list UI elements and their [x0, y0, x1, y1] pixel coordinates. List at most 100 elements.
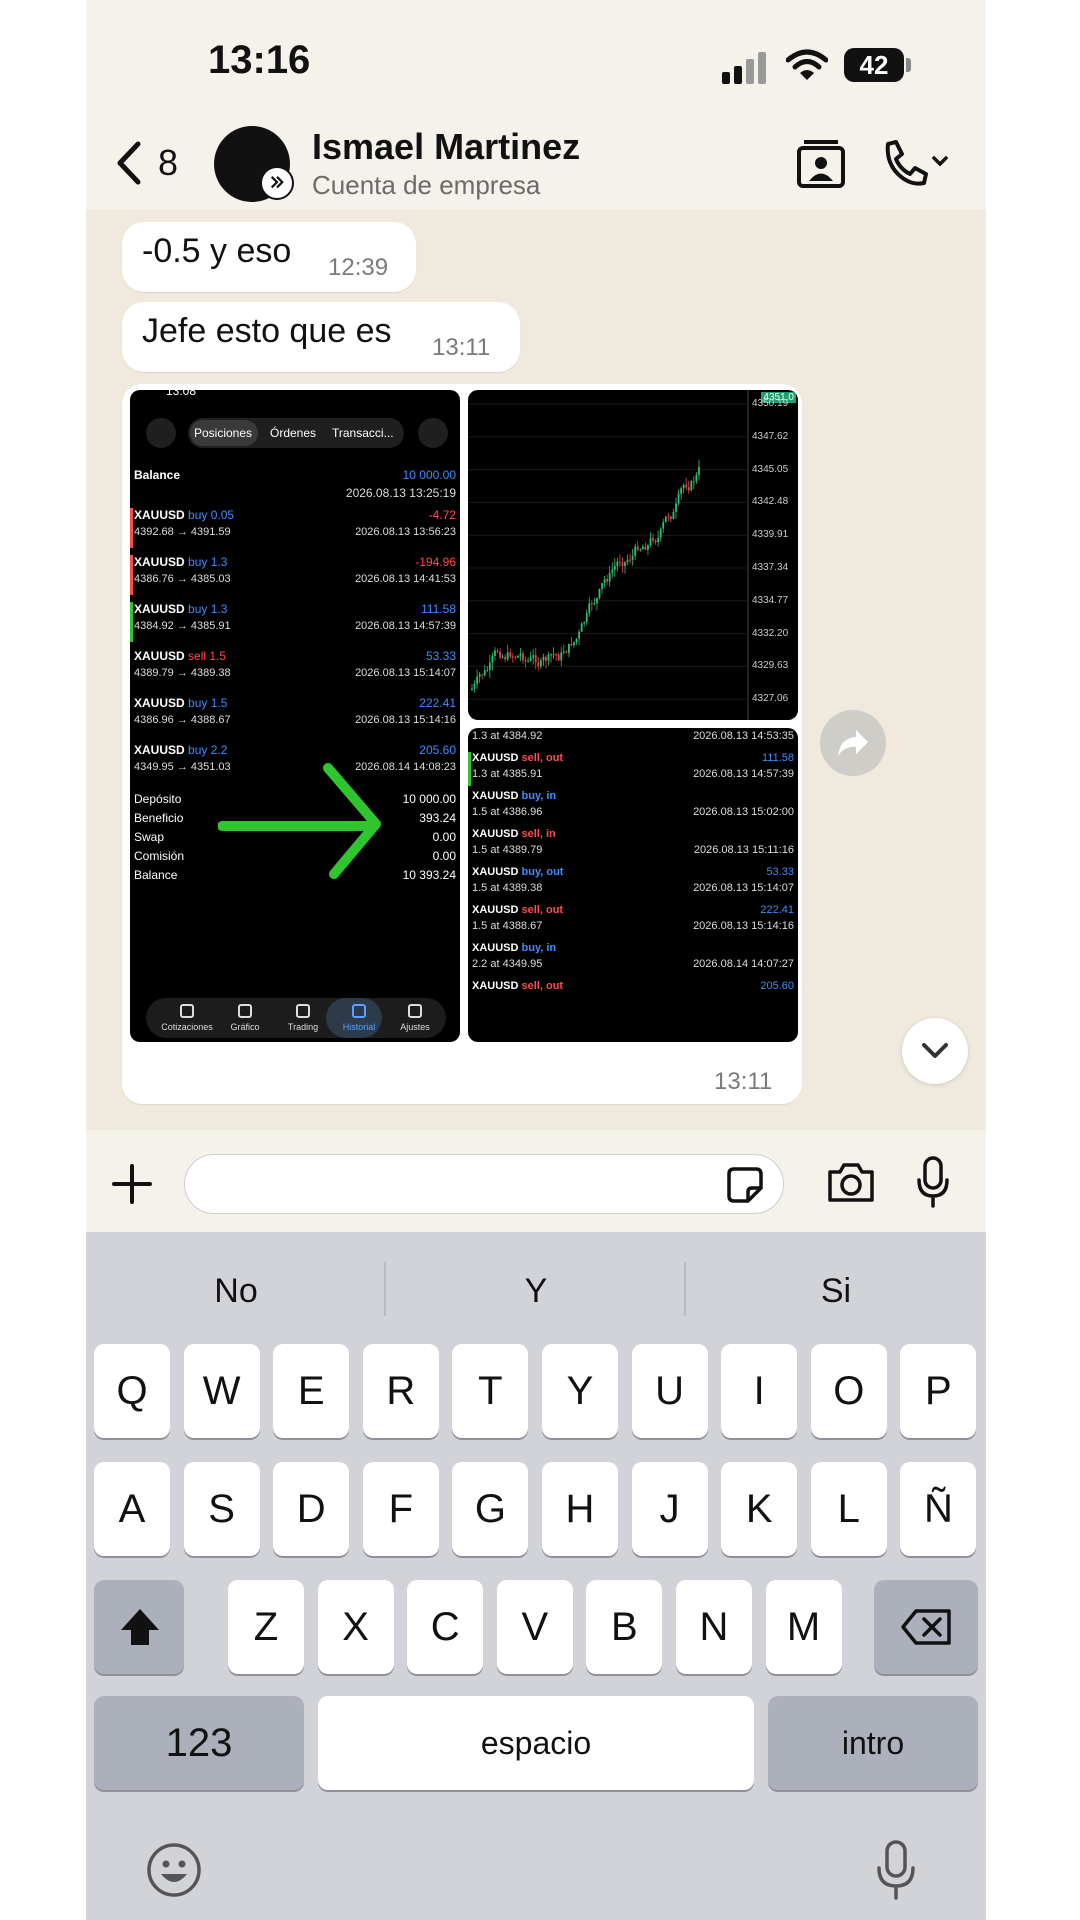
sort-icon	[146, 418, 176, 448]
space-key[interactable]: espacio	[318, 1696, 754, 1790]
deal-profit: 222.41	[760, 904, 794, 916]
deal-symbol: XAUUSD sell, out	[472, 752, 564, 764]
microphone-icon[interactable]	[916, 1156, 950, 1208]
candle-body	[578, 631, 580, 639]
summary-value: 393.24	[419, 811, 456, 825]
deal-symbol: XAUUSD buy, out	[472, 866, 564, 878]
nav-item[interactable]: Trading	[272, 1022, 334, 1032]
candle-body	[654, 540, 657, 543]
key-f[interactable]: F	[362, 1462, 439, 1556]
deal-top-detail: 1.3 at 4384.92	[472, 730, 543, 742]
candle-body	[545, 656, 547, 661]
key-l[interactable]: L	[810, 1462, 887, 1556]
candle-body	[506, 652, 509, 660]
key-j[interactable]: J	[631, 1462, 708, 1556]
trade-indicator	[130, 508, 133, 548]
candle-body	[601, 583, 603, 589]
plus-icon[interactable]	[110, 1162, 154, 1206]
forward-button[interactable]	[820, 710, 886, 776]
image-message-bubble[interactable]: 13:08 Posiciones Órdenes Transacci... Ba…	[122, 384, 802, 1104]
key-k[interactable]: K	[721, 1462, 798, 1556]
key-v[interactable]: V	[496, 1580, 573, 1674]
key-p[interactable]: P	[900, 1344, 977, 1438]
key-n[interactable]: N	[676, 1580, 752, 1674]
deal-symbol: XAUUSD sell, out	[472, 904, 564, 916]
trade-prices: 4392.68 → 4391.59	[134, 526, 231, 538]
business-badge-icon	[260, 166, 294, 200]
key-w[interactable]: W	[183, 1344, 260, 1438]
key-y[interactable]: Y	[542, 1344, 618, 1438]
battery-cap	[906, 58, 911, 72]
candle-body	[555, 654, 558, 656]
suggestion-no[interactable]: No	[86, 1272, 386, 1311]
shift-key[interactable]	[94, 1580, 184, 1674]
candle-body	[649, 538, 652, 546]
deal-profit: 53.33	[766, 866, 794, 878]
nav-item[interactable]: Gráfico	[214, 1022, 276, 1032]
nav-item[interactable]: Historial	[328, 1022, 390, 1032]
key-g[interactable]: G	[452, 1462, 529, 1556]
balance-date: 2026.08.13 13:25:19	[345, 486, 456, 500]
return-key[interactable]: intro	[768, 1696, 978, 1790]
contact-name[interactable]: Ismael Martinez	[312, 126, 580, 168]
back-chevron-icon[interactable]	[114, 138, 144, 188]
price-tick-label: 4345.05	[752, 463, 789, 475]
key-m[interactable]: M	[765, 1580, 842, 1674]
suggestion-si[interactable]: Si	[686, 1272, 986, 1311]
key-a[interactable]: A	[94, 1462, 170, 1556]
key-z[interactable]: Z	[228, 1580, 304, 1674]
candle-body	[662, 521, 665, 529]
contact-card-icon[interactable]	[796, 136, 846, 190]
key-q[interactable]: Q	[94, 1344, 170, 1438]
dictation-icon[interactable]	[876, 1840, 916, 1900]
message-input[interactable]	[184, 1154, 784, 1214]
key-d[interactable]: D	[273, 1462, 350, 1556]
message-bubble[interactable]: Jefe esto que es 13:11	[122, 302, 520, 372]
back-unread-count[interactable]: 8	[158, 142, 178, 184]
key-b[interactable]: B	[586, 1580, 663, 1674]
key-c[interactable]: C	[407, 1580, 484, 1674]
tab-transactions: Transacci...	[332, 426, 394, 440]
emoji-icon[interactable]	[146, 1842, 202, 1898]
trade-profit: 205.60	[419, 743, 456, 757]
contact-subtitle: Cuenta de empresa	[312, 170, 541, 200]
price-tick-label: 4329.63	[752, 660, 789, 672]
key-x[interactable]: X	[317, 1580, 394, 1674]
candle-body	[616, 561, 619, 566]
key-u[interactable]: U	[631, 1344, 708, 1438]
scroll-down-button[interactable]	[902, 1018, 968, 1084]
image-message-time: 13:11	[714, 1068, 773, 1095]
candle-body	[695, 474, 698, 482]
key-h[interactable]: H	[542, 1462, 618, 1556]
price-tick-label: 4339.91	[752, 529, 789, 541]
camera-icon[interactable]	[826, 1160, 876, 1204]
sticker-icon[interactable]	[726, 1166, 764, 1204]
key-t[interactable]: T	[452, 1344, 529, 1438]
chat-area[interactable]: -0.5 y eso 12:39 Jefe esto que es 13:11 …	[86, 210, 986, 1130]
message-bubble[interactable]: -0.5 y eso 12:39	[122, 222, 416, 292]
trade-prices: 4389.79 → 4389.38	[134, 667, 231, 679]
key-e[interactable]: E	[273, 1344, 350, 1438]
trade-profit: 111.58	[421, 602, 456, 616]
nav-icon	[352, 1004, 366, 1018]
candle-body	[494, 650, 496, 657]
delete-key[interactable]	[874, 1580, 978, 1674]
trading-history-image[interactable]: 13:08 Posiciones Órdenes Transacci... Ba…	[130, 390, 460, 1042]
candle-body	[476, 676, 478, 684]
key-o[interactable]: O	[810, 1344, 887, 1438]
deal-symbol: XAUUSD sell, out	[472, 980, 564, 992]
key-i[interactable]: I	[721, 1344, 798, 1438]
nav-item[interactable]: Ajustes	[384, 1022, 446, 1032]
trade-date: 2026.08.13 13:56:23	[355, 526, 456, 538]
numbers-key[interactable]: 123	[94, 1696, 304, 1790]
key-r[interactable]: R	[362, 1344, 439, 1438]
suggestion-y[interactable]: Y	[386, 1272, 686, 1311]
candle-body	[537, 662, 540, 667]
key-enye[interactable]: Ñ	[900, 1462, 977, 1556]
message-time: 12:39	[328, 254, 389, 281]
deals-image[interactable]: 1.3 at 4384.92 2026.08.13 14:53:35 XAUUS…	[468, 728, 798, 1042]
call-icon[interactable]	[880, 138, 950, 188]
nav-item[interactable]: Cotizaciones	[156, 1022, 218, 1032]
key-s[interactable]: S	[183, 1462, 260, 1556]
price-chart-image[interactable]: 4351.0 4350.19 4347.62 4345.05 4342.48 4339.…	[468, 390, 798, 720]
